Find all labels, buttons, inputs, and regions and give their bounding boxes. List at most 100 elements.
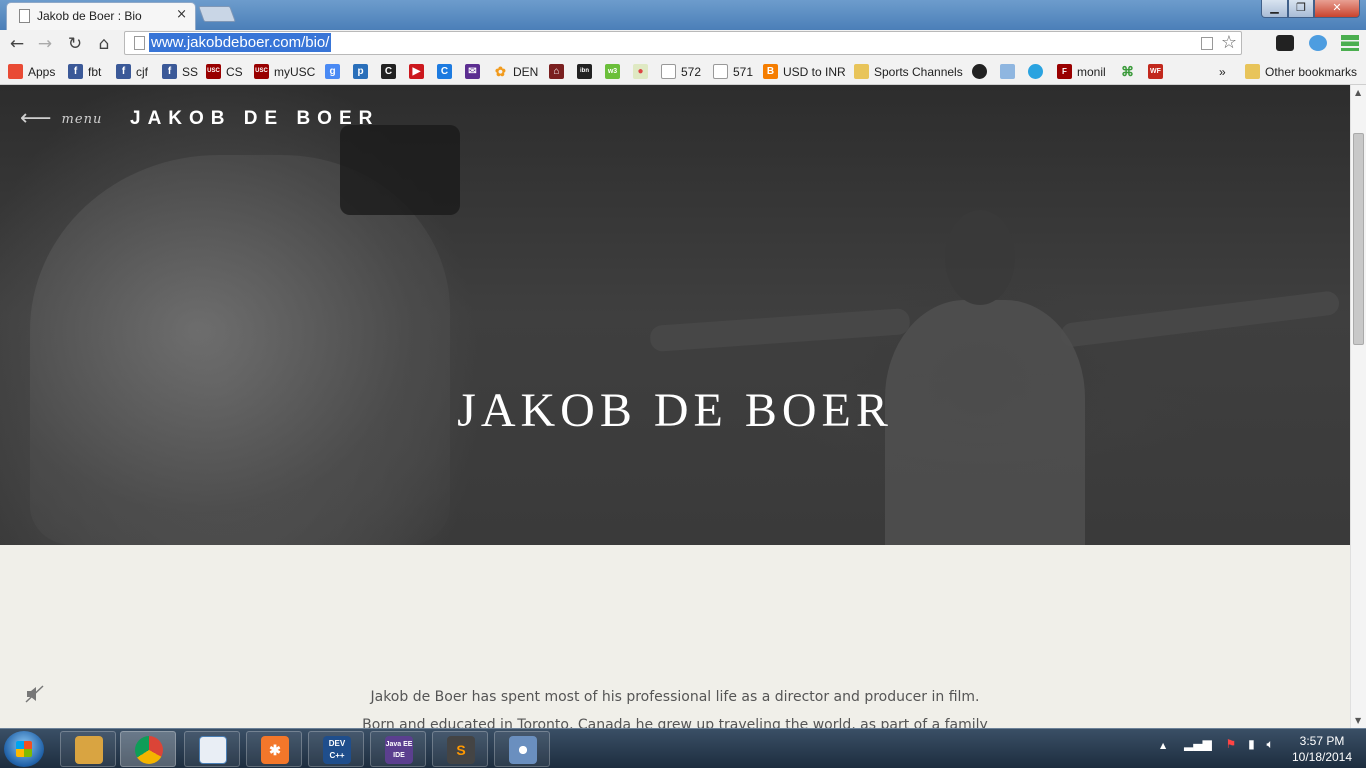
bookmark-p[interactable]: p	[353, 62, 373, 81]
window-close-button[interactable]: ✕	[1314, 0, 1360, 18]
taskbar-file-explorer[interactable]	[60, 731, 116, 767]
battery-icon[interactable]: ▮	[1248, 737, 1255, 751]
bookmark-c-blue[interactable]: C	[437, 62, 457, 81]
bookmark-apps[interactable]: Apps	[8, 62, 55, 81]
folder-icon	[75, 736, 103, 764]
taskbar-notepad[interactable]	[184, 731, 240, 767]
bookmarks-bar: Apps f fbt f cjf f SS USC CS USC myUSC g p C …	[0, 58, 1366, 85]
taskbar-dev-cpp[interactable]: DEV C++	[308, 731, 364, 767]
start-button[interactable]	[4, 731, 44, 767]
bookmark-maps[interactable]: ●	[633, 62, 653, 81]
maximize-button[interactable]: ❐	[1288, 0, 1314, 18]
hero-photo-figure-arm	[1059, 290, 1341, 348]
extension-glasses-icon[interactable]	[1276, 35, 1294, 51]
network-signal-icon[interactable]: ▂▄▆	[1184, 737, 1212, 751]
minimize-button[interactable]: ▁	[1261, 0, 1288, 18]
usc-icon: USC	[206, 64, 221, 79]
bookmark-youtube[interactable]: ▶	[409, 62, 429, 81]
bookmark-monil[interactable]: Fmonil	[1057, 62, 1106, 81]
back-button[interactable]: ←	[6, 34, 28, 54]
bookmark-star-icon[interactable]: ☆	[1221, 32, 1237, 53]
command-icon: ⌘	[1121, 64, 1134, 79]
folder-icon	[1245, 64, 1260, 79]
bio-text: Jakob de Boer has spent most of his prof…	[0, 683, 1350, 728]
bookmark-ibn[interactable]: ibn	[577, 62, 597, 81]
bookmark-myusc[interactable]: USC myUSC	[254, 62, 315, 81]
scrollbar-thumb[interactable]	[1353, 133, 1364, 345]
bookmark-sports-channels[interactable]: Sports Channels	[854, 62, 963, 81]
home-button[interactable]: ⌂	[93, 34, 115, 54]
hero-banner: ⟵ menu JAKOB DE BOER JAKOB DE BOER	[0, 85, 1350, 545]
new-tab-button[interactable]	[198, 6, 236, 22]
bookmark-ss[interactable]: f SS	[162, 62, 198, 81]
apps-grid-icon	[8, 64, 23, 79]
bookmark-usd-to-inr[interactable]: B USD to INR	[763, 62, 846, 81]
tab-active[interactable]: Jakob de Boer : Bio ×	[6, 2, 196, 30]
maps-icon: ●	[633, 64, 648, 79]
screen: Jakob de Boer : Bio × ▁ ❐ ✕ ← → ↻ ⌂ www.…	[0, 0, 1366, 768]
page-icon	[713, 64, 728, 79]
taskbar-chrome[interactable]	[120, 731, 176, 767]
web-page: ⟵ menu JAKOB DE BOER JAKOB DE BOER Jakob…	[0, 85, 1350, 728]
volume-icon[interactable]: 🔈︎	[1267, 737, 1274, 751]
action-center-icon[interactable]: ⚑	[1226, 737, 1237, 751]
page-scrollbar[interactable]: ▲ ▼	[1350, 85, 1366, 728]
usc-icon: USC	[254, 64, 269, 79]
page-icon	[19, 9, 30, 23]
mail-icon: ✉	[465, 64, 480, 79]
bookmark-fbt[interactable]: f fbt	[68, 62, 101, 81]
google-icon: g	[325, 64, 340, 79]
notepad-icon	[199, 736, 227, 764]
bookmark-wf[interactable]: WF	[1148, 62, 1168, 81]
bookmark-bird[interactable]	[1000, 62, 1020, 81]
url-text[interactable]: www.jakobdeboer.com/bio/	[149, 33, 332, 52]
page-icon	[134, 36, 145, 50]
chrome-icon	[135, 736, 163, 764]
github-icon	[972, 64, 987, 79]
bookmark-google[interactable]: g	[325, 62, 345, 81]
other-bookmarks[interactable]: Other bookmarks	[1245, 62, 1357, 81]
address-bar[interactable]: www.jakobdeboer.com/bio/ ☆	[124, 31, 1242, 55]
taskbar-java-ee-ide[interactable]: Java EE IDE	[370, 731, 426, 767]
bookmark-github[interactable]	[972, 62, 992, 81]
eclipse-icon: Java EE IDE	[385, 736, 413, 764]
scroll-up-icon[interactable]: ▲	[1355, 88, 1361, 97]
clock-time: 3:57 PM	[1299, 734, 1345, 748]
bio-paragraph-line: Born and educated in Toronto, Canada he …	[362, 717, 988, 728]
folder-icon	[854, 64, 869, 79]
taskbar-sublime-text[interactable]: S	[432, 731, 488, 767]
tab-close-button[interactable]: ×	[176, 7, 187, 22]
bio-paragraph-line: Jakob de Boer has spent most of his prof…	[370, 689, 980, 705]
bookmark-att[interactable]	[1028, 62, 1048, 81]
bookmark-den[interactable]: ✿ DEN	[493, 62, 538, 81]
hero-photo-camera	[340, 125, 460, 215]
forward-button[interactable]: →	[34, 34, 56, 54]
system-clock[interactable]: 3:57 PM 10/18/2014	[1284, 733, 1360, 765]
wf-icon: WF	[1148, 64, 1163, 79]
bookmark-mail[interactable]: ✉	[465, 62, 485, 81]
site-title[interactable]: JAKOB DE BOER	[130, 108, 379, 130]
bookmark-572[interactable]: 572	[661, 62, 701, 81]
extension-globe-icon[interactable]	[1309, 35, 1327, 51]
bookmark-command[interactable]: ⌘	[1120, 62, 1140, 81]
blogger-icon: B	[763, 64, 778, 79]
bookmark-bank[interactable]: ⌂	[549, 62, 569, 81]
taskbar-xampp[interactable]: ✱	[246, 731, 302, 767]
bookmark-571[interactable]: 571	[713, 62, 753, 81]
bookmark-cjf[interactable]: f cjf	[116, 62, 148, 81]
bookmark-cs[interactable]: USC CS	[206, 62, 243, 81]
bookmarks-overflow-button[interactable]: »	[1219, 62, 1226, 81]
bank-icon: ⌂	[549, 64, 564, 79]
menu-label: menu	[61, 111, 103, 127]
show-hidden-icons-button[interactable]: ▲	[1160, 741, 1166, 750]
bookmark-c[interactable]: C	[381, 62, 401, 81]
bookmark-w3[interactable]: w3	[605, 62, 625, 81]
scroll-down-icon[interactable]: ▼	[1355, 716, 1361, 725]
menu-button[interactable]: ⟵ menu	[20, 108, 103, 130]
chrome-menu-icon[interactable]	[1341, 35, 1359, 51]
usc-icon: F	[1057, 64, 1072, 79]
taskbar-paint[interactable]	[494, 731, 550, 767]
bird-icon	[1000, 64, 1015, 79]
reload-button[interactable]: ↻	[64, 34, 86, 54]
document-icon[interactable]	[1201, 37, 1213, 50]
